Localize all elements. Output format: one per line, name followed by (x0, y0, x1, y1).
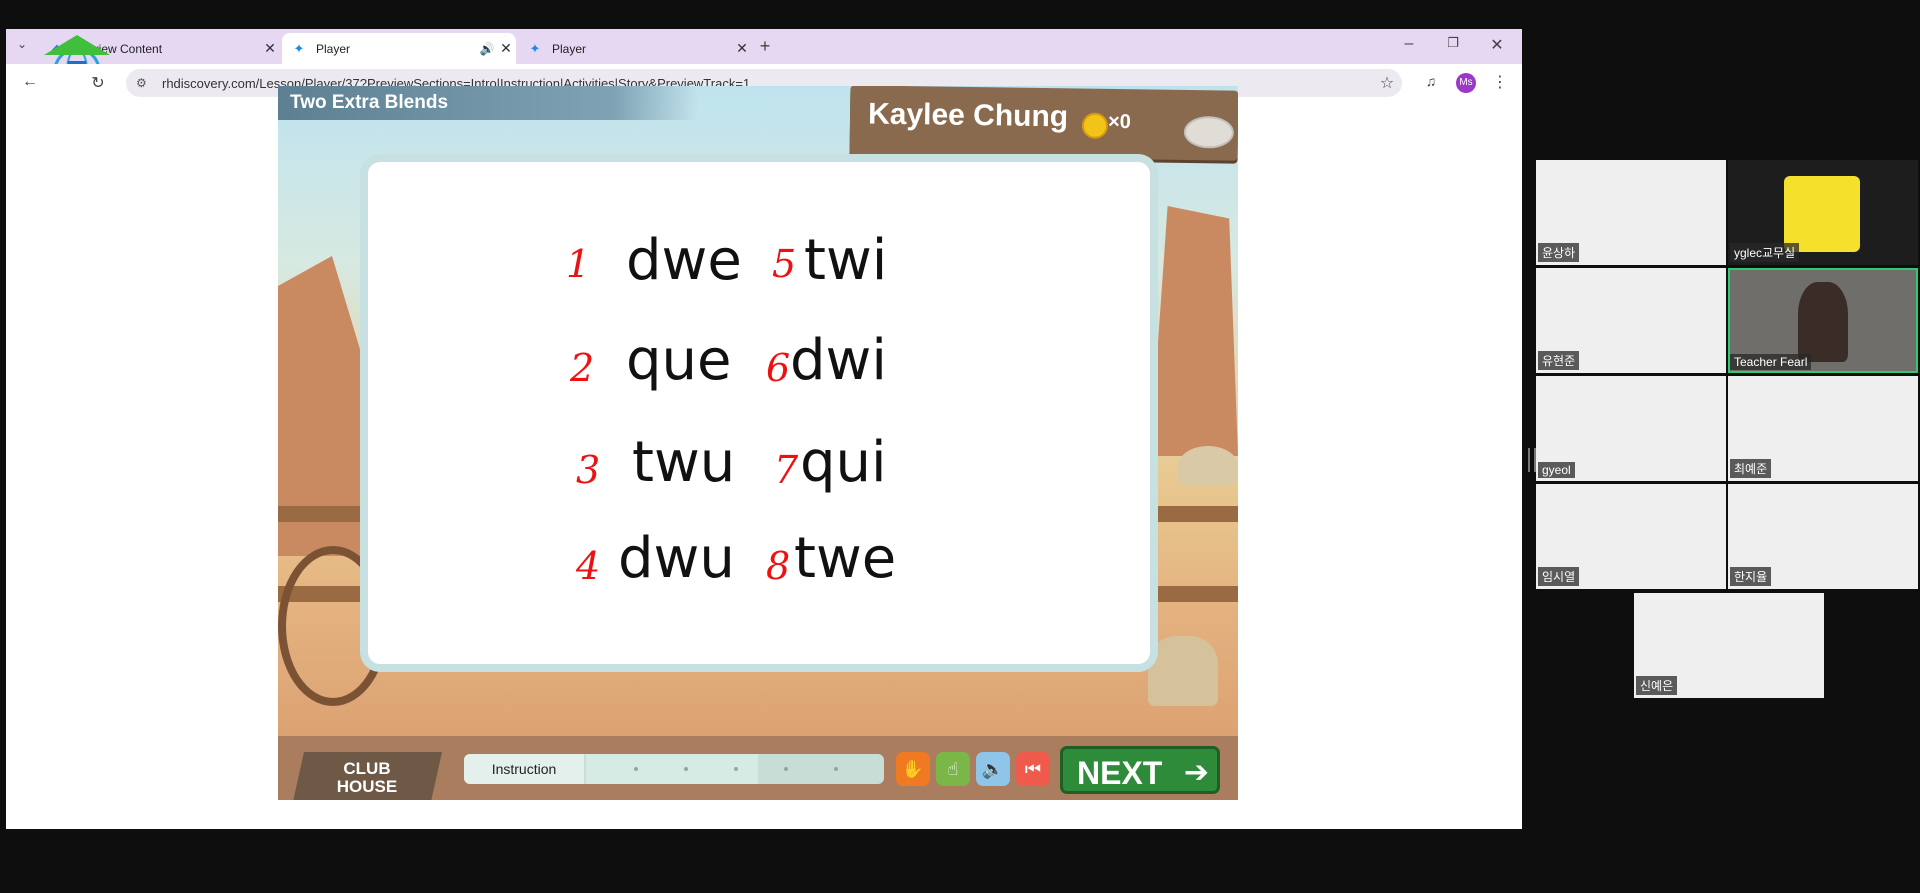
word-text: que (626, 328, 732, 393)
participant-tile[interactable]: 윤상하 (1536, 160, 1726, 265)
fence-rail (1150, 506, 1238, 522)
close-window-button[interactable]: ✕ (1486, 35, 1508, 55)
next-button[interactable]: NEXT ➔ (1060, 746, 1220, 794)
club-house-label: CLUB (343, 759, 391, 778)
club-house-button[interactable]: CLUB HOUSE (292, 752, 442, 800)
teacher-video (1798, 282, 1848, 362)
participant-name: 신예은 (1636, 676, 1678, 695)
right-mesa (1150, 206, 1238, 456)
word-text: dwe (626, 228, 742, 293)
participant-name: 임시열 (1538, 567, 1580, 586)
fence-rail (278, 506, 368, 522)
word-card: 1 dwe 2 que 3 twu 4 dwu 5 twi 6 dwi 7 qu… (368, 162, 1150, 664)
cowboy-hat (1178, 446, 1238, 486)
site-settings-icon[interactable]: ⚙ (136, 76, 154, 90)
player-controls-bar: CLUB HOUSE Instruction ✋ ☝ 🔈 ⏮ NEXT ➔ (278, 736, 1238, 800)
next-label: NEXT (1077, 755, 1163, 791)
close-tab-icon[interactable]: ✕ (732, 40, 752, 57)
participant-name: yglec교무실 (1730, 243, 1800, 262)
word-text: dwu (618, 526, 735, 591)
word-number: 1 (566, 242, 591, 286)
coin-count: ×0 (1107, 110, 1131, 134)
fence-rail (1150, 586, 1238, 602)
back-arrow-icon[interactable]: ← (20, 73, 40, 91)
new-tab-button[interactable]: + (754, 36, 776, 57)
section-progress: Instruction (464, 754, 884, 784)
participant-name: 윤상하 (1538, 243, 1580, 262)
participant-name: 유현준 (1538, 351, 1580, 370)
sponge-avatar-icon (1784, 176, 1860, 252)
word-number: 3 (576, 448, 601, 492)
hand-pointer-icon[interactable]: ☝ (936, 752, 970, 786)
club-house-label: HOUSE (336, 777, 398, 796)
avatar-badge[interactable] (1183, 115, 1235, 149)
student-name-sign: Kaylee Chung ×0 (849, 86, 1238, 161)
word-number: 2 (570, 346, 595, 390)
progress-step-dot (634, 767, 638, 771)
participant-tile[interactable]: 최예준 (1728, 376, 1918, 481)
close-tab-icon[interactable]: ✕ (260, 40, 280, 57)
progress-step-dot (834, 767, 838, 771)
tab-title: Player (316, 41, 351, 56)
panel-resize-handle[interactable] (1528, 448, 1536, 472)
lesson-player: Two Extra Blends Kaylee Chung ×0 1 dwe 2… (278, 86, 1238, 800)
participant-tile[interactable]: yglec교무실 (1728, 160, 1918, 265)
minimize-button[interactable]: – (1398, 35, 1420, 53)
word-number: 5 (772, 242, 797, 286)
bookmark-star-icon[interactable]: ☆ (1372, 73, 1402, 93)
rewind-icon[interactable]: ⏮ (1016, 752, 1050, 786)
tab-title: Player (552, 41, 587, 56)
progress-step-dot (684, 767, 688, 771)
reload-icon[interactable]: ↻ (88, 73, 108, 93)
word-number: 8 (766, 544, 791, 588)
participant-tile[interactable]: gyeol (1536, 376, 1726, 481)
progress-step-dot (784, 767, 788, 771)
close-tab-icon[interactable]: ✕ (496, 40, 516, 57)
student-name: Kaylee Chung (867, 97, 1069, 134)
word-text: twi (804, 228, 888, 293)
participant-tile[interactable]: 임시열 (1536, 484, 1726, 589)
handshake-icon[interactable]: ✋ (896, 752, 930, 786)
section-label: Instruction (464, 754, 584, 784)
word-text: twu (632, 430, 736, 495)
tab-player[interactable]: ✦ Player ✕ (518, 33, 752, 64)
progress-step-dot (734, 767, 738, 771)
grain-sack (1148, 636, 1218, 706)
word-number: 4 (576, 544, 601, 588)
participant-tile[interactable]: 한지율 (1728, 484, 1918, 589)
participant-tile[interactable]: 신예은 (1634, 593, 1824, 698)
arrow-right-icon: ➔ (1183, 756, 1209, 789)
lesson-title: Two Extra Blends (278, 86, 698, 120)
participant-name: 한지율 (1730, 567, 1772, 586)
tab-player-active[interactable]: ✦ Player 🔊 ✕ (282, 33, 516, 64)
participant-tile[interactable]: 유현준 (1536, 268, 1726, 373)
word-number: 7 (774, 448, 799, 492)
tab-strip: ⌄ ◆ Preview Content ✕ ✦ Player 🔊 ✕ ✦ Pla… (6, 29, 1522, 64)
tab-search-icon[interactable]: ⌄ (12, 37, 32, 51)
more-menu-icon[interactable]: ⋮ (1492, 72, 1508, 92)
word-number: 6 (766, 346, 791, 390)
coin-icon (1081, 112, 1109, 139)
media-controls-icon[interactable]: ♫ (1420, 73, 1442, 89)
participant-name: 최예준 (1730, 459, 1772, 478)
restore-button[interactable]: ❐ (1442, 35, 1464, 51)
profile-avatar[interactable]: Ms (1456, 73, 1476, 93)
participant-name: Teacher Fearl (1730, 354, 1812, 370)
speaker-icon[interactable]: 🔊 (478, 42, 496, 56)
participant-tile-active-speaker[interactable]: Teacher Fearl (1728, 268, 1918, 373)
word-text: qui (800, 430, 887, 495)
word-text: dwi (790, 328, 887, 393)
participant-name: gyeol (1538, 462, 1575, 478)
progress-fill (586, 754, 758, 784)
butterfly-icon: ✦ (293, 40, 305, 56)
volume-icon[interactable]: 🔈 (976, 752, 1010, 786)
butterfly-icon: ✦ (529, 40, 541, 56)
word-text: twe (794, 526, 897, 591)
